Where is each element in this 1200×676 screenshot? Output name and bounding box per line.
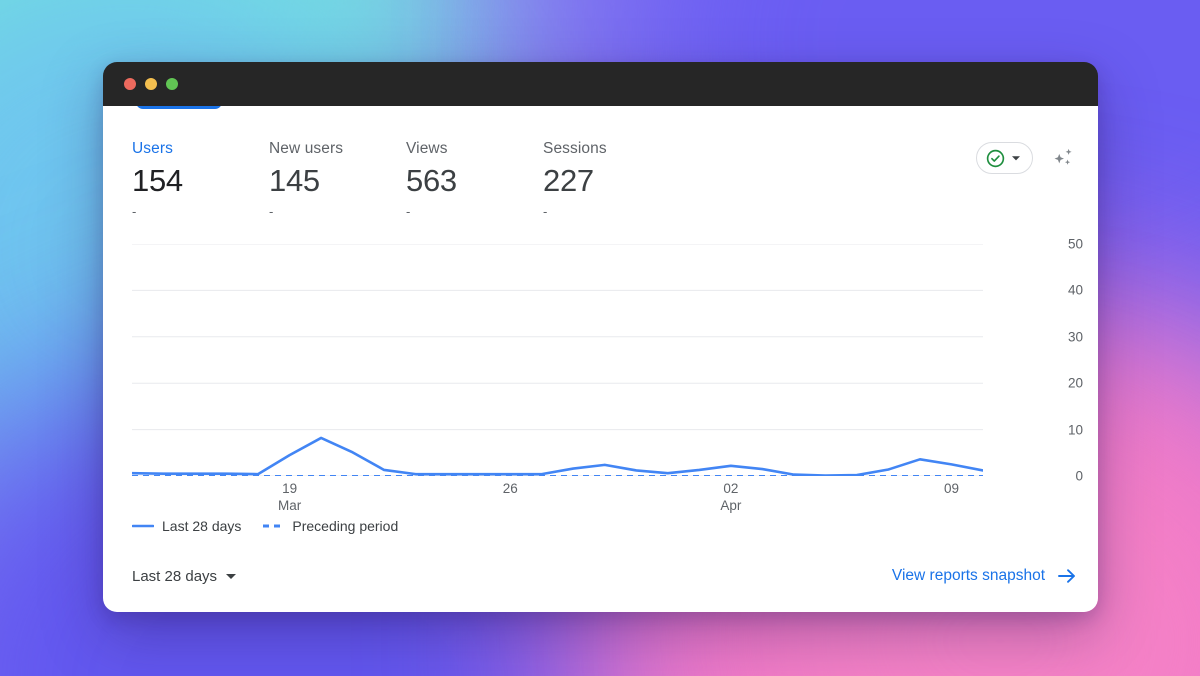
metric-label: Sessions (543, 140, 607, 157)
y-axis-tick-label: 40 (1067, 282, 1083, 298)
legend-dashed-line-icon (263, 524, 284, 528)
chevron-down-icon (226, 573, 237, 579)
sparkle-icon[interactable] (1049, 144, 1077, 172)
card-footer: Last 28 days View reports snapshot (103, 540, 1098, 612)
metric-tab-sessions[interactable]: Sessions 227 - (543, 140, 680, 218)
metric-delta: - (406, 204, 411, 220)
header-actions (976, 142, 1077, 174)
metric-delta: - (132, 204, 137, 220)
legend-label: Preceding period (292, 518, 399, 534)
arrow-right-icon (1058, 569, 1075, 583)
last-28-days-line (132, 436, 983, 476)
metric-tab-users[interactable]: Users 154 - (132, 140, 269, 218)
metric-value: 145 (269, 163, 320, 198)
view-reports-snapshot-link[interactable]: View reports snapshot (892, 567, 1077, 585)
metric-value: 563 (406, 163, 457, 198)
y-axis-tick-label: 20 (1067, 375, 1083, 391)
metric-label: Users (132, 140, 173, 157)
metric-label: New users (269, 140, 344, 157)
legend-solid-line-icon (132, 524, 154, 528)
y-axis-tick-label: 30 (1067, 329, 1083, 345)
metric-delta: - (269, 204, 274, 220)
chart-x-axis: 19 Mar 26 02 Apr 09 (132, 480, 983, 522)
maximize-button[interactable] (166, 78, 178, 90)
metric-delta: - (543, 204, 548, 220)
date-range-label: Last 28 days (132, 567, 218, 585)
x-axis-tick-label: 02 Apr (720, 481, 742, 513)
snapshot-link-label: View reports snapshot (891, 567, 1045, 584)
metric-tab-new-users[interactable]: New users 145 - (269, 140, 406, 218)
legend-item-preceding-period[interactable]: Preceding period (262, 518, 398, 534)
y-axis-tick-label: 50 (1067, 236, 1083, 252)
report-card: Users 154 - New users 145 - Views 563 - … (103, 106, 1098, 612)
x-axis-tick-label: 19 Mar (277, 481, 302, 513)
legend-label: Last 28 days (162, 518, 242, 534)
metric-tabs: Users 154 - New users 145 - Views 563 - … (103, 106, 1098, 218)
window-titlebar (103, 62, 1098, 106)
metric-value: 227 (543, 163, 594, 198)
data-quality-status-button[interactable] (976, 142, 1033, 174)
browser-window: Users 154 - New users 145 - Views 563 - … (103, 62, 1098, 612)
date-range-selector[interactable]: Last 28 days (132, 567, 237, 585)
minimize-button[interactable] (145, 78, 157, 90)
close-button[interactable] (124, 78, 136, 90)
chart-gridlines (132, 244, 983, 476)
y-axis-tick-label: 10 (1067, 422, 1083, 438)
chart-legend: Last 28 days Preceding period (132, 518, 398, 534)
chart-plot-area[interactable] (132, 244, 983, 476)
metric-label: Views (406, 140, 448, 157)
check-circle-icon (986, 149, 1005, 167)
chart-y-axis: 0 10 20 30 40 50 (1025, 237, 1083, 484)
legend-item-last-28-days[interactable]: Last 28 days (132, 518, 241, 534)
sparkle-glyph-icon (1054, 148, 1072, 165)
metric-tab-views[interactable]: Views 563 - (406, 140, 543, 218)
chevron-down-icon (1012, 156, 1020, 161)
y-axis-tick-label: 0 (1075, 468, 1083, 484)
metric-value: 154 (132, 163, 183, 198)
x-axis-tick-label: 09 (943, 481, 959, 496)
x-axis-tick-label: 26 (502, 481, 518, 496)
trend-chart: 0 10 20 30 40 50 19 Mar 26 02 Apr 09 (132, 237, 1083, 513)
